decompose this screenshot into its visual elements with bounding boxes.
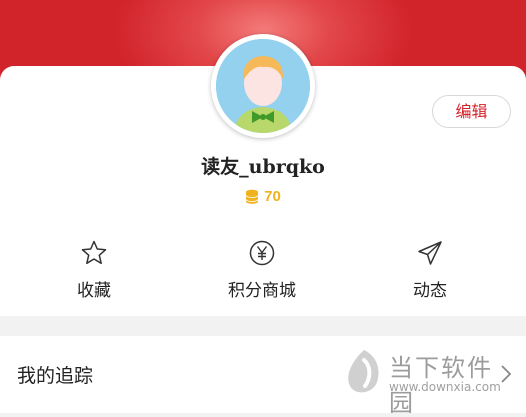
avatar-image bbox=[216, 39, 310, 133]
yen-circle-icon bbox=[249, 240, 275, 266]
watermark: 当下软件园 www.downxia.com bbox=[343, 346, 509, 417]
favorites-button[interactable]: 收藏 bbox=[34, 238, 154, 301]
coin-stack-icon bbox=[245, 189, 259, 204]
username: 读友_ubrqko bbox=[201, 156, 325, 178]
watermark-url: www.downxia.com bbox=[389, 380, 501, 394]
paper-plane-icon bbox=[418, 241, 442, 265]
star-icon bbox=[81, 240, 107, 265]
avatar[interactable] bbox=[211, 34, 315, 138]
activity-button[interactable]: 动态 bbox=[370, 238, 490, 301]
bottom-divider bbox=[0, 413, 526, 417]
points-mall-button[interactable]: 积分商城 bbox=[202, 238, 322, 301]
watermark-logo-icon bbox=[348, 350, 379, 393]
my-following-title: 我的追踪 bbox=[17, 365, 94, 387]
points-value: 70 bbox=[264, 187, 281, 205]
edit-button[interactable]: 编辑 bbox=[432, 95, 511, 128]
favorites-label: 收藏 bbox=[77, 281, 111, 301]
points-display: 70 bbox=[0, 186, 526, 206]
points-mall-label: 积分商城 bbox=[228, 281, 296, 301]
activity-label: 动态 bbox=[413, 281, 447, 301]
